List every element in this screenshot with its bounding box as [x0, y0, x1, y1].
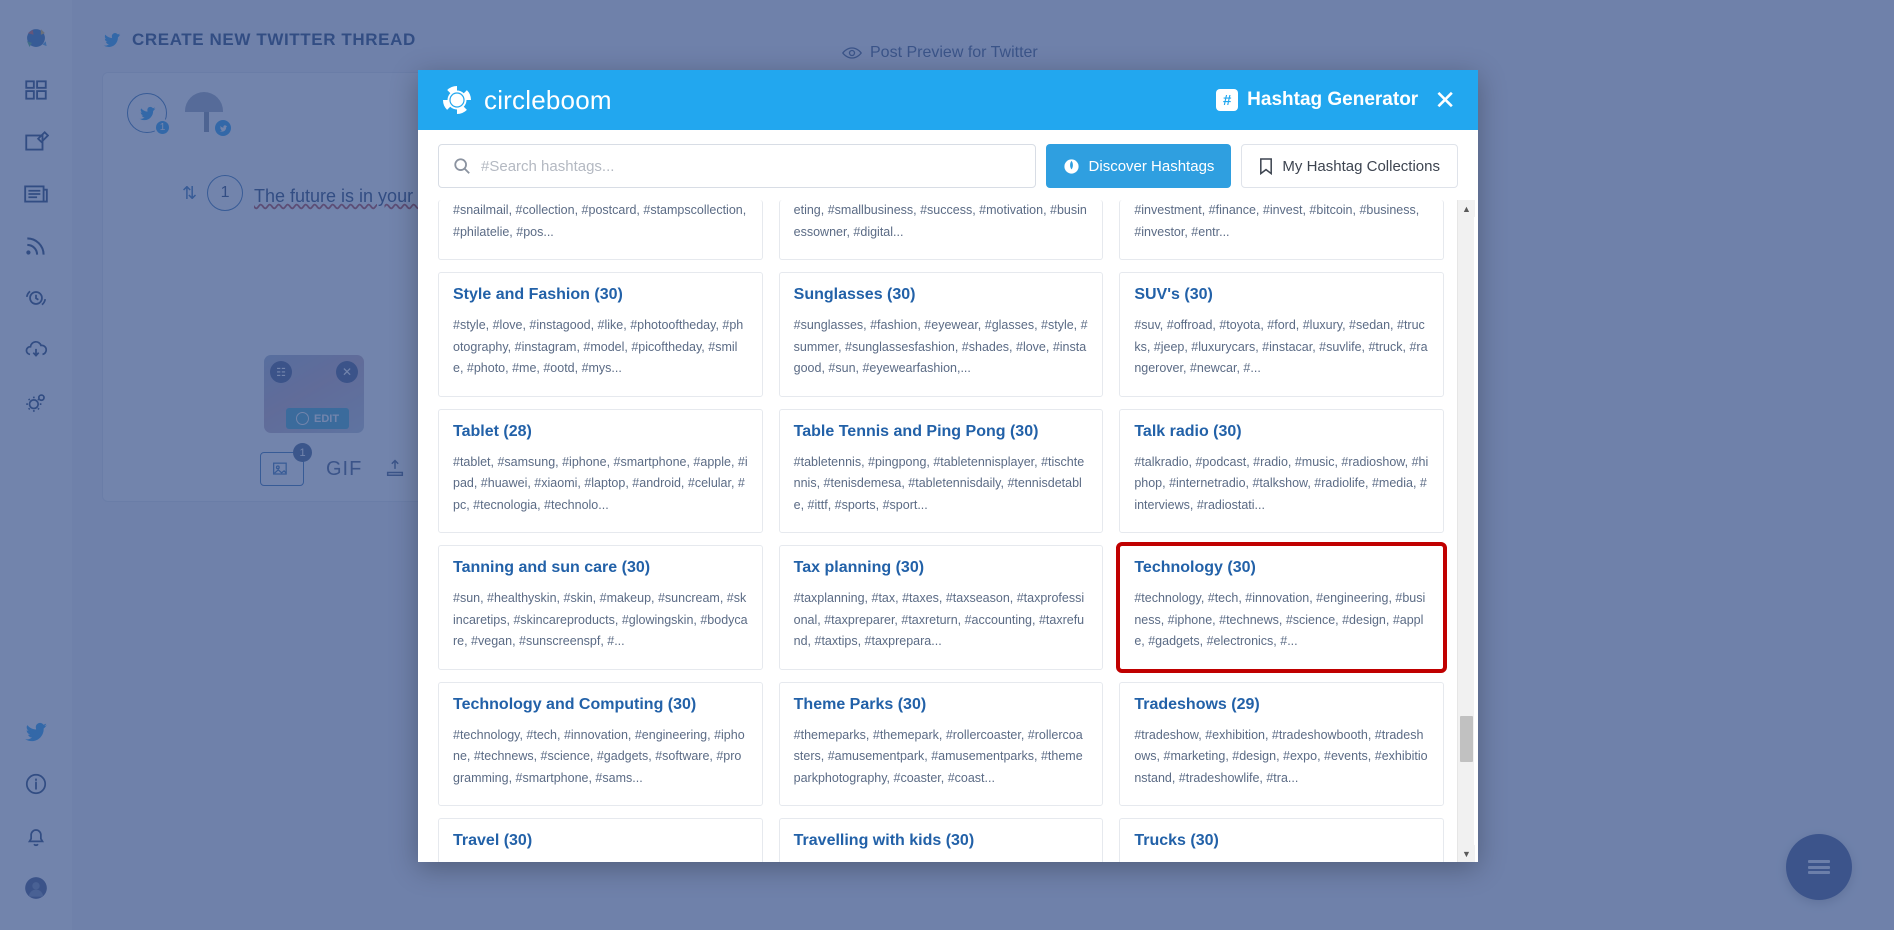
results-scroll-viewport: #snailmail, #collection, #postcard, #sta…	[438, 200, 1472, 862]
hashtag-card-tags: #sun, #healthyskin, #skin, #makeup, #sun…	[453, 588, 748, 653]
hashtag-card-tags: #tradeshow, #exhibition, #tradeshowbooth…	[1134, 725, 1429, 790]
circleboom-logo-icon	[440, 83, 474, 117]
hashtag-card[interactable]: Table Tennis and Ping Pong (30) #tableten…	[779, 409, 1104, 534]
hashtag-card[interactable]: #snailmail, #collection, #postcard, #sta…	[438, 200, 763, 260]
discover-hashtags-label: Discover Hashtags	[1089, 158, 1215, 175]
hashtag-card-title: Technology and Computing (30)	[453, 696, 748, 714]
hashtag-card-title: SUV's (30)	[1134, 286, 1429, 304]
globe-icon	[1063, 158, 1080, 175]
hashtag-card-tags: #tabletennis, #pingpong, #tabletennispla…	[794, 452, 1089, 517]
hashtag-card-tags: #technology, #tech, #innovation, #engine…	[1134, 588, 1429, 653]
hashtag-card-tags: #taxplanning, #tax, #taxes, #taxseason, …	[794, 588, 1089, 653]
hashtag-card-tags: #travel, #nature, #travelphotography, #p…	[453, 861, 748, 862]
hashtag-card[interactable]: eting, #smallbusiness, #success, #motiva…	[779, 200, 1104, 260]
hashtag-card[interactable]: #investment, #finance, #invest, #bitcoin…	[1119, 200, 1444, 260]
hashtag-card-tags: #talkradio, #podcast, #radio, #music, #r…	[1134, 452, 1429, 517]
search-input-wrapper[interactable]	[438, 144, 1036, 188]
scroll-down-arrow-icon[interactable]: ▼	[1458, 845, 1475, 862]
hashtag-card-title: Table Tennis and Ping Pong (30)	[794, 423, 1089, 441]
hashtag-card-title: Technology (30)	[1134, 559, 1429, 577]
hashtag-card[interactable]: Trucks (30) #truckporn, #trucklife, #truc…	[1119, 818, 1444, 862]
hashtag-card[interactable]: Travel (30) #travel, #nature, #travelphot…	[438, 818, 763, 862]
hashtag-card-title: Tanning and sun care (30)	[453, 559, 748, 577]
hashtag-card-tags: #sunglasses, #fashion, #eyewear, #glasse…	[794, 315, 1089, 380]
modal-toolbar: Discover Hashtags My Hashtag Collections	[418, 130, 1478, 200]
hashtag-generator-modal: circleboom # Hashtag Generator ✕ Discove…	[418, 70, 1478, 862]
hashtag-card-tags: #investment, #finance, #invest, #bitcoin…	[1134, 200, 1429, 243]
hashtag-card-tags: #truckporn, #trucklife, #trucker, #dodge…	[1134, 861, 1429, 862]
hashtag-card-tags: eting, #smallbusiness, #success, #motiva…	[794, 200, 1089, 243]
hashtag-results-grid: #snailmail, #collection, #postcard, #sta…	[438, 200, 1444, 862]
hashtag-card[interactable]: Style and Fashion (30) #style, #love, #in…	[438, 272, 763, 397]
hashtag-card[interactable]: Talk radio (30) #talkradio, #podcast, #ra…	[1119, 409, 1444, 534]
scroll-up-arrow-icon[interactable]: ▲	[1458, 200, 1475, 217]
hashtag-card-title: Tax planning (30)	[794, 559, 1089, 577]
my-hashtag-collections-button[interactable]: My Hashtag Collections	[1241, 144, 1458, 188]
hashtag-card-tags: #technology, #tech, #innovation, #engine…	[453, 725, 748, 790]
hashtag-card[interactable]: Tablet (28) #tablet, #samsung, #iphone, #…	[438, 409, 763, 534]
hashtag-card-title: Tradeshows (29)	[1134, 696, 1429, 714]
hashtag-card-title: Theme Parks (30)	[794, 696, 1089, 714]
bookmark-icon	[1259, 158, 1273, 175]
modal-title-text: Hashtag Generator	[1247, 89, 1418, 111]
hashtag-card[interactable]: Theme Parks (30) #themeparks, #themepark,…	[779, 682, 1104, 807]
hashtag-card[interactable]: Tradeshows (29) #tradeshow, #exhibition, …	[1119, 682, 1444, 807]
search-input[interactable]	[481, 158, 1021, 175]
hashtag-card-tags: #snailmail, #collection, #postcard, #sta…	[453, 200, 748, 243]
hashtag-card[interactable]: Technology and Computing (30) #technology…	[438, 682, 763, 807]
modal-header-right: # Hashtag Generator ✕	[1216, 87, 1456, 113]
brand-block: circleboom	[440, 83, 612, 117]
modal-header: circleboom # Hashtag Generator ✕	[418, 70, 1478, 130]
hashtag-card[interactable]: Sunglasses (30) #sunglasses, #fashion, #e…	[779, 272, 1104, 397]
hashtag-card[interactable]: Travelling with kids (30) #travelwithkids…	[779, 818, 1104, 862]
hashtag-card-title: Talk radio (30)	[1134, 423, 1429, 441]
discover-hashtags-button[interactable]: Discover Hashtags	[1046, 144, 1232, 188]
hashtag-card-tags: #suv, #offroad, #toyota, #ford, #luxury,…	[1134, 315, 1429, 380]
close-icon[interactable]: ✕	[1434, 87, 1456, 113]
hashtag-card-title: Tablet (28)	[453, 423, 748, 441]
hashtag-card-title: Sunglasses (30)	[794, 286, 1089, 304]
modal-title: # Hashtag Generator	[1216, 89, 1418, 111]
hashtag-card-title: Travelling with kids (30)	[794, 832, 1089, 850]
hashtag-card-title: Trucks (30)	[1134, 832, 1429, 850]
hashtag-icon: #	[1216, 89, 1238, 111]
hashtag-card[interactable]: SUV's (30) #suv, #offroad, #toyota, #ford…	[1119, 272, 1444, 397]
my-hashtag-collections-label: My Hashtag Collections	[1282, 158, 1440, 175]
hashtag-card-tags: #travelwithkids, #familytravel, #travel,…	[794, 861, 1089, 862]
results-scrollbar[interactable]: ▲ ▼	[1457, 200, 1474, 862]
hashtag-card-tags: #themeparks, #themepark, #rollercoaster,…	[794, 725, 1089, 790]
results-area: #snailmail, #collection, #postcard, #sta…	[418, 200, 1478, 862]
hashtag-card-selected[interactable]: Technology (30) #technology, #tech, #inno…	[1119, 545, 1444, 670]
hashtag-card-tags: #style, #love, #instagood, #like, #photo…	[453, 315, 748, 380]
brand-name: circleboom	[484, 85, 612, 116]
hashtag-card[interactable]: Tax planning (30) #taxplanning, #tax, #ta…	[779, 545, 1104, 670]
hashtag-card-tags: #tablet, #samsung, #iphone, #smartphone,…	[453, 452, 748, 517]
scrollbar-thumb[interactable]	[1460, 716, 1473, 762]
search-icon	[453, 157, 471, 175]
hashtag-card-title: Travel (30)	[453, 832, 748, 850]
hashtag-card[interactable]: Tanning and sun care (30) #sun, #healthys…	[438, 545, 763, 670]
hashtag-card-title: Style and Fashion (30)	[453, 286, 748, 304]
